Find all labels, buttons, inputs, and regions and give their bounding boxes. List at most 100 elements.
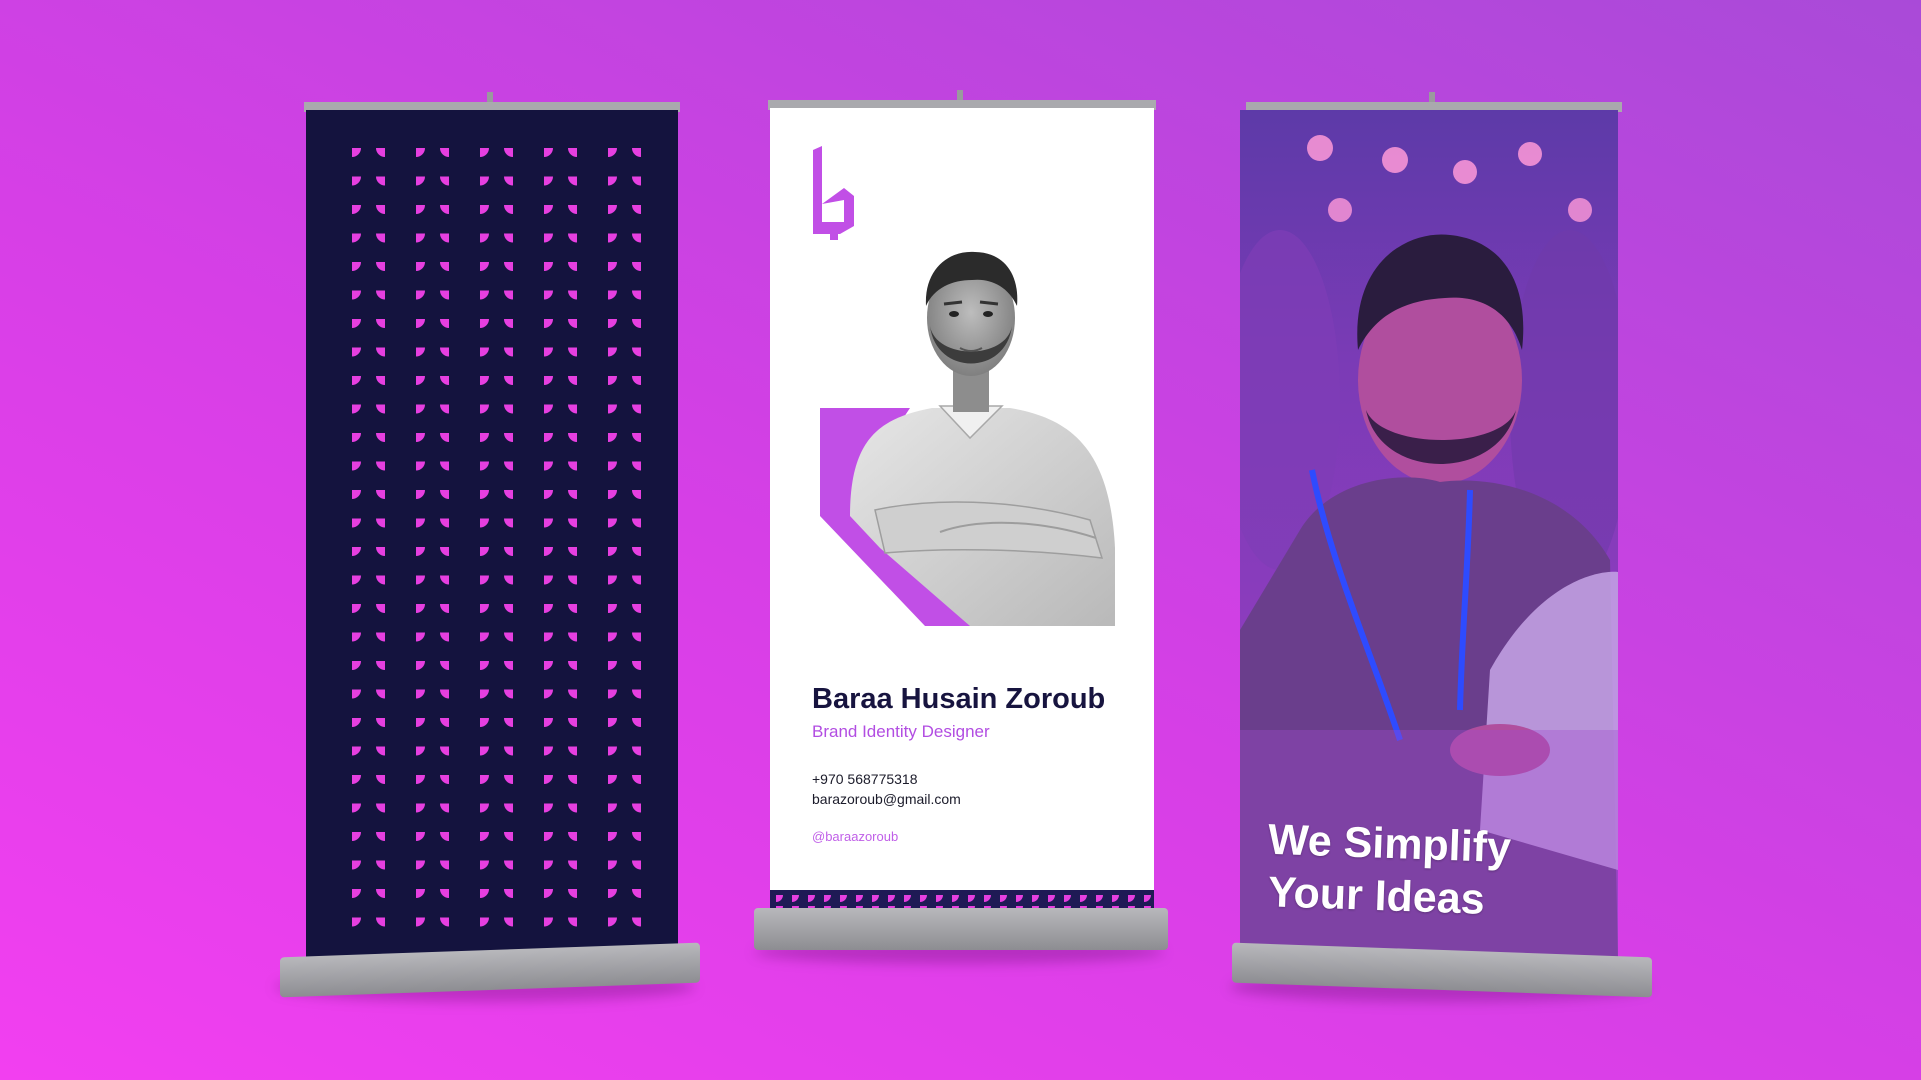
pattern-quarter-left [416, 148, 425, 157]
pattern-quarter-left [416, 860, 425, 870]
pattern-quarter-left [480, 632, 489, 642]
pattern-quarter-right [568, 661, 577, 670]
pattern-quarter-right [376, 148, 385, 157]
phone-number: +970 568775318 [812, 771, 918, 787]
pattern-quarter-left [608, 718, 617, 727]
pattern-quarter-left [480, 575, 489, 585]
pattern-quarter-right [504, 889, 513, 898]
pattern-quarter-left [544, 490, 553, 499]
pattern-quarter-left [544, 575, 553, 585]
pattern-quarter-right [504, 718, 513, 727]
pattern-quarter-right [632, 718, 641, 727]
pattern-quarter-left [352, 547, 361, 556]
pattern-quarter-right [568, 490, 577, 499]
pattern-quarter-left [480, 148, 489, 157]
strip-quarter [808, 895, 815, 902]
pattern-quarter-left [416, 803, 425, 813]
strip-quarter [1032, 895, 1039, 902]
pattern-quarter-right [632, 148, 641, 157]
pattern-quarter-right [568, 404, 577, 414]
pattern-quarter-left [544, 604, 553, 613]
strip-quarter [904, 895, 911, 902]
pattern-quarter-right [440, 148, 449, 157]
pattern-quarter-left [352, 148, 361, 157]
pattern-quarter-left [544, 148, 553, 157]
pattern-quarter-right [632, 404, 641, 414]
pattern-quarter-left [480, 860, 489, 870]
pattern-quarter-right [440, 262, 449, 271]
pattern-quarter-left [416, 433, 425, 442]
pattern-quarter-right [632, 632, 641, 642]
pattern-quarter-left [608, 262, 617, 271]
pattern-quarter-right [376, 889, 385, 898]
strip-quarter [1112, 895, 1119, 902]
pattern-quarter-right [376, 404, 385, 414]
email-address: barazoroub@gmail.com [812, 791, 961, 807]
pattern-quarter-left [352, 376, 361, 385]
pattern-quarter-left [416, 319, 425, 328]
pattern-quarter-right [440, 832, 449, 841]
pattern-quarter-right [376, 689, 385, 699]
pattern-quarter-right [632, 604, 641, 613]
pattern-quarter-right [440, 632, 449, 642]
quarter-circle-pattern [352, 148, 641, 927]
social-handle: @baraazoroub [812, 829, 899, 844]
pattern-quarter-left [480, 233, 489, 243]
pattern-quarter-right [504, 148, 513, 157]
pattern-quarter-right [504, 262, 513, 271]
middle-stand-base [754, 908, 1168, 950]
pattern-quarter-right [376, 775, 385, 784]
pattern-quarter-right [376, 433, 385, 442]
pattern-quarter-right [568, 860, 577, 870]
pattern-quarter-right [568, 632, 577, 642]
left-rollup-stand [270, 92, 720, 1012]
tagline-line-1: We Simplify [1267, 815, 1512, 873]
pattern-quarter-left [544, 518, 553, 528]
pattern-quarter-left [416, 518, 425, 528]
strip-quarter [856, 895, 863, 902]
pattern-quarter-right [440, 547, 449, 556]
pattern-quarter-left [352, 575, 361, 585]
pattern-quarter-left [480, 917, 489, 927]
right-photo-banner: We Simplify Your Ideas [1240, 110, 1618, 962]
pattern-quarter-right [440, 917, 449, 927]
pattern-quarter-right [632, 376, 641, 385]
pattern-quarter-left [608, 461, 617, 471]
pattern-quarter-right [440, 604, 449, 613]
pattern-quarter-right [376, 746, 385, 756]
pattern-quarter-left [608, 632, 617, 642]
pattern-quarter-right [632, 319, 641, 328]
pattern-quarter-left [416, 205, 425, 214]
pattern-quarter-right [504, 376, 513, 385]
pattern-quarter-right [440, 889, 449, 898]
pattern-quarter-right [504, 661, 513, 670]
pattern-quarter-right [632, 575, 641, 585]
pattern-quarter-left [544, 262, 553, 271]
pattern-quarter-left [416, 176, 425, 186]
pattern-quarter-right [440, 376, 449, 385]
pattern-quarter-right [568, 433, 577, 442]
pattern-quarter-right [440, 803, 449, 813]
pattern-quarter-right [568, 319, 577, 328]
pattern-quarter-right [504, 632, 513, 642]
pattern-quarter-right [632, 176, 641, 186]
pattern-quarter-right [376, 661, 385, 670]
pattern-quarter-left [544, 176, 553, 186]
pattern-quarter-left [608, 490, 617, 499]
pattern-quarter-right [632, 661, 641, 670]
pattern-quarter-left [480, 461, 489, 471]
pattern-quarter-left [544, 689, 553, 699]
pattern-quarter-right [440, 718, 449, 727]
pattern-quarter-left [352, 319, 361, 328]
pattern-quarter-left [480, 262, 489, 271]
pattern-quarter-left [416, 290, 425, 300]
pattern-quarter-left [480, 205, 489, 214]
strip-quarter [1000, 895, 1007, 902]
pattern-quarter-left [352, 262, 361, 271]
pattern-quarter-right [568, 775, 577, 784]
pattern-quarter-left [608, 233, 617, 243]
person-role: Brand Identity Designer [812, 722, 990, 741]
pattern-quarter-left [352, 860, 361, 870]
pattern-quarter-right [504, 832, 513, 841]
pattern-quarter-right [568, 689, 577, 699]
